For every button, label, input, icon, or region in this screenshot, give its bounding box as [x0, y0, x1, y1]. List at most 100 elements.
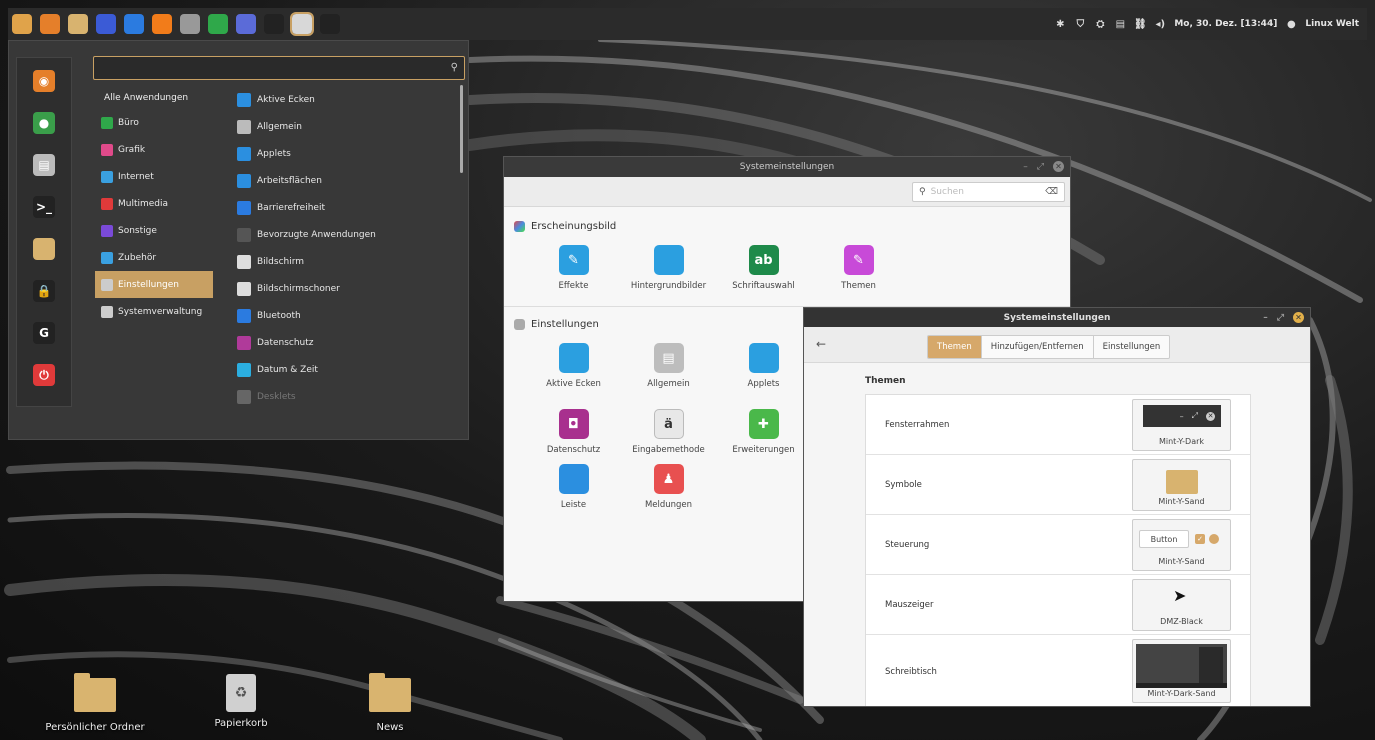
close-button[interactable]: ✕	[1053, 161, 1064, 172]
settings-tile[interactable]: ab Schriftauswahl	[716, 245, 811, 292]
app-item[interactable]: Datum & Zeit	[237, 356, 451, 383]
app-item[interactable]: Bildschirm	[237, 248, 451, 275]
firefox-icon[interactable]: ◉	[33, 70, 55, 92]
bluetooth-icon[interactable]: ✱	[1054, 18, 1066, 30]
tile-label: Eingabemethode	[632, 445, 705, 455]
back-arrow-icon[interactable]: ←	[816, 337, 826, 351]
network-icon[interactable]: ⛓	[1134, 18, 1147, 30]
window-titlebar[interactable]: Systemeinstellungen – ⤢ ✕	[504, 157, 1070, 177]
app-item[interactable]: Arbeitsflächen	[237, 167, 451, 194]
app-item[interactable]: Bildschirmschoner	[237, 275, 451, 302]
app-item[interactable]: Desklets	[237, 383, 451, 410]
folder-icon[interactable]	[33, 238, 55, 260]
hexchat-icon[interactable]: ●	[33, 112, 55, 134]
power-icon[interactable]: ⏻	[33, 364, 55, 386]
minimize-button[interactable]: –	[1023, 162, 1028, 172]
update-icon[interactable]: ⛭	[1094, 18, 1106, 30]
maximize-button[interactable]: ⤢	[1277, 313, 1284, 323]
settings-search-input[interactable]: ⚲ Suchen ⌫	[912, 182, 1065, 202]
application-menu: ◉ ● ▤ >_ 🔒 G ⏻ ⚲ Alle Anwendungen Büro Grafik In…	[8, 40, 469, 440]
category-item[interactable]: Einstellungen	[95, 271, 213, 298]
category-label: Sonstige	[118, 225, 157, 236]
settings-tile[interactable]: Hintergrundbilder	[621, 245, 716, 292]
radio-icon	[1209, 534, 1219, 544]
minimize-button[interactable]: –	[1263, 313, 1268, 323]
logout-icon[interactable]: G	[33, 322, 55, 344]
controls-theme-chooser[interactable]: Button ✓ Mint-Y-Sand	[1132, 519, 1231, 571]
settings-tile[interactable]: Aktive Ecken	[526, 343, 621, 401]
settings-tile[interactable]: ▤ Allgemein	[621, 343, 716, 401]
video-player-icon[interactable]	[96, 14, 116, 34]
search-icon: ⚲	[919, 187, 926, 197]
desktop-icon-trash[interactable]: ♻ Papierkorb	[186, 674, 296, 729]
apps-grid-icon[interactable]	[12, 14, 32, 34]
app-item[interactable]: Bevorzugte Anwendungen	[237, 221, 451, 248]
window-title: Systemeinstellungen	[1003, 312, 1111, 323]
notes-icon[interactable]: ▤	[1114, 18, 1126, 30]
window-titlebar[interactable]: Systemeinstellungen – ⤢ ✕	[804, 308, 1310, 327]
app-label: Barrierefreiheit	[257, 202, 325, 213]
folder-icon[interactable]	[68, 14, 88, 34]
category-item[interactable]: Multimedia	[95, 190, 213, 217]
text-editor-icon[interactable]	[236, 14, 256, 34]
lock-icon[interactable]: 🔒	[33, 280, 55, 302]
preferences-icon	[514, 318, 525, 330]
category-item[interactable]: Systemverwaltung	[95, 298, 213, 325]
app-icon	[237, 362, 251, 377]
category-item[interactable]: Grafik	[95, 136, 213, 163]
settings-tile[interactable]: ä Eingabemethode	[621, 409, 716, 456]
settings-tile[interactable]: ◘ Datenschutz	[526, 409, 621, 456]
user-name[interactable]: Linux Welt	[1305, 19, 1359, 29]
volume-icon[interactable]: ◂)	[1154, 18, 1166, 30]
desktop-icon-news[interactable]: News	[335, 673, 445, 733]
clear-icon[interactable]: ⌫	[1045, 187, 1058, 197]
app-item[interactable]: Allgemein	[237, 113, 451, 140]
category-icon	[101, 224, 113, 237]
category-item[interactable]: Sonstige	[95, 217, 213, 244]
panel-launchers	[12, 12, 340, 36]
terminal-icon-2[interactable]	[320, 14, 340, 34]
desktop-theme-chooser[interactable]: Mint-Y-Dark-Sand	[1132, 639, 1231, 703]
settings-tile[interactable]: Applets	[716, 343, 811, 401]
settings-tile[interactable]: ✎ Themen	[811, 245, 906, 292]
category-all[interactable]: Alle Anwendungen	[104, 93, 188, 103]
terminal-icon[interactable]	[264, 14, 284, 34]
tab-2[interactable]: Einstellungen	[1093, 336, 1170, 358]
close-button[interactable]: ✕	[1293, 312, 1304, 323]
webcam-icon[interactable]	[180, 14, 200, 34]
menu-search-input[interactable]: ⚲	[93, 56, 465, 80]
app-item[interactable]: Aktive Ecken	[237, 86, 451, 113]
app-item[interactable]: Bluetooth	[237, 302, 451, 329]
settings-tile[interactable]: ✚ Erweiterungen	[716, 409, 811, 456]
scrollbar[interactable]	[460, 85, 463, 173]
desktop-icon-home[interactable]: Persönlicher Ordner	[40, 673, 150, 733]
shield-icon[interactable]: ⛉	[1074, 18, 1086, 30]
category-item[interactable]: Büro	[95, 109, 213, 136]
settings-tile[interactable]: ♟ Meldungen	[621, 464, 716, 511]
search-placeholder: Suchen	[930, 187, 964, 197]
window-title: Systemeinstellungen	[739, 162, 835, 172]
app-item[interactable]: Applets	[237, 140, 451, 167]
app-item[interactable]: Datenschutz	[237, 329, 451, 356]
category-item[interactable]: Zubehör	[95, 244, 213, 271]
settings-icon[interactable]	[290, 12, 314, 36]
spreadsheet-icon[interactable]	[208, 14, 228, 34]
cursor-theme-chooser[interactable]: ➤ DMZ-Black	[1132, 579, 1231, 631]
media-player-icon[interactable]	[152, 14, 172, 34]
icon-theme-chooser[interactable]: Mint-Y-Sand	[1132, 459, 1231, 511]
category-item[interactable]: Internet	[95, 163, 213, 190]
themes-window: Systemeinstellungen – ⤢ ✕ ← Themen Hinzuf…	[803, 307, 1311, 707]
clock[interactable]: Mo, 30. Dez. [13:44]	[1174, 19, 1277, 29]
settings-tile[interactable]: Leiste	[526, 464, 621, 511]
app-item[interactable]: Barrierefreiheit	[237, 194, 451, 221]
maximize-button[interactable]: ⤢	[1037, 162, 1044, 172]
terminal-icon[interactable]: >_	[33, 196, 55, 218]
settings-icon[interactable]: ▤	[33, 154, 55, 176]
tab-0[interactable]: Themen	[928, 336, 982, 358]
firefox-icon[interactable]	[40, 14, 60, 34]
window-theme-chooser[interactable]: – ⤢ ✕ Mint-Y-Dark	[1132, 399, 1231, 451]
category-icon	[101, 305, 113, 318]
screenshot-icon[interactable]	[124, 14, 144, 34]
tab-1[interactable]: Hinzufügen/Entfernen	[981, 336, 1094, 358]
settings-tile[interactable]: ✎ Effekte	[526, 245, 621, 292]
